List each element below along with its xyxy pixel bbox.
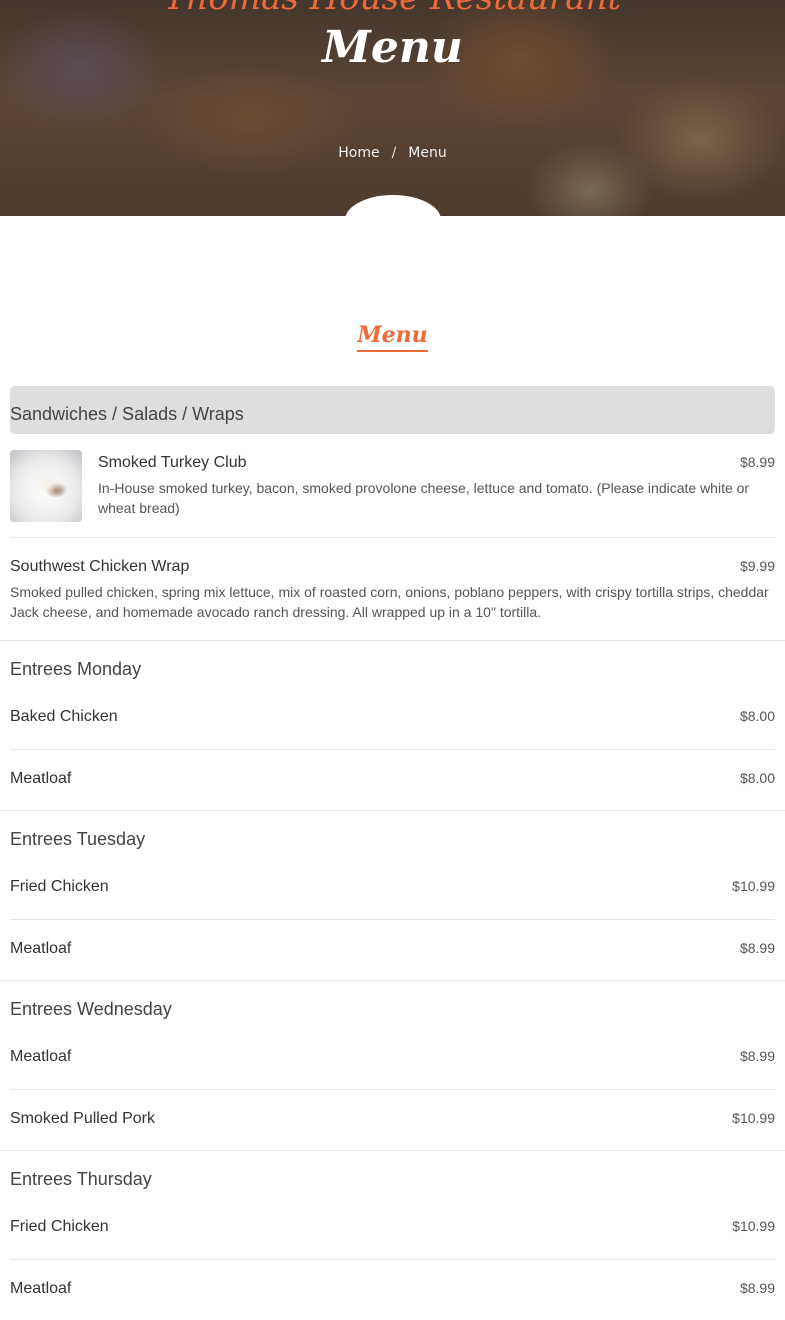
menu-item-name: Southwest Chicken Wrap (10, 558, 190, 575)
menu-item: Southwest Chicken Wrap $9.99 Smoked pull… (10, 538, 775, 640)
menu-item-description: In-House smoked turkey, bacon, smoked pr… (98, 480, 750, 516)
menu-item-price: $8.00 (739, 770, 775, 786)
menu-item-price: $9.99 (739, 558, 775, 574)
breadcrumb-home-link[interactable]: Home (338, 145, 379, 161)
hero-curve-decoration (345, 195, 441, 216)
menu-item: Fried Chicken $10.99 (10, 869, 775, 920)
menu-item: Smoked Turkey Club $8.99 In-House smoked… (10, 434, 775, 538)
category-header: Entrees Monday (10, 659, 142, 679)
menu-item-name: Meatloaf (10, 940, 72, 957)
menu-item-thumbnail[interactable] (10, 450, 82, 522)
menu-item-name: Fried Chicken (10, 1218, 109, 1235)
menu-item: Meatloaf $8.00 (10, 750, 775, 810)
menu-item-name: Smoked Pulled Pork (10, 1110, 155, 1127)
menu-item: Meatloaf $8.99 (10, 1039, 775, 1090)
menu-item-price: $8.00 (739, 708, 775, 724)
category-header: Entrees Thursday (10, 1169, 152, 1189)
menu-list: Sandwiches / Salads / Wraps Smoked Turke… (0, 386, 785, 1320)
restaurant-name: Thomas House Restaurant (0, 0, 785, 18)
breadcrumb-current: Menu (408, 145, 447, 161)
menu-item-name: Meatloaf (10, 770, 72, 787)
page-title: Menu (322, 22, 463, 73)
menu-heading-text: Menu (357, 322, 428, 352)
category-header: Sandwiches / Salads / Wraps (10, 386, 775, 434)
menu-item: Fried Chicken $10.99 (10, 1209, 775, 1260)
menu-item-price: $10.99 (732, 878, 775, 894)
menu-item: Meatloaf $8.99 (10, 1260, 775, 1320)
menu-item-price: $8.99 (739, 1280, 775, 1296)
menu-item-name: Meatloaf (10, 1048, 72, 1065)
menu-item-price: $10.99 (732, 1110, 775, 1126)
menu-item-price: $8.99 (739, 454, 775, 470)
menu-item: Baked Chicken $8.00 (10, 699, 775, 750)
breadcrumb-separator: / (391, 145, 397, 161)
menu-item-description: Smoked pulled chicken, spring mix lettuc… (10, 584, 769, 620)
menu-item-name: Baked Chicken (10, 708, 118, 725)
menu-item-price: $10.99 (732, 1218, 775, 1234)
menu-section-heading: Menu (0, 322, 785, 352)
hero-banner: Thomas House Restaurant Menu Home / Menu (0, 0, 785, 216)
category-header: Entrees Tuesday (10, 829, 146, 849)
menu-item: Meatloaf $8.99 (10, 920, 775, 980)
category-header: Entrees Wednesday (10, 999, 172, 1019)
breadcrumb: Home / Menu (0, 145, 785, 161)
menu-item-name: Meatloaf (10, 1280, 72, 1297)
menu-item-name: Fried Chicken (10, 878, 109, 895)
menu-item-name: Smoked Turkey Club (98, 454, 247, 471)
menu-item-price: $8.99 (739, 940, 775, 956)
menu-item-price: $8.99 (739, 1048, 775, 1064)
menu-item: Smoked Pulled Pork $10.99 (10, 1090, 775, 1150)
